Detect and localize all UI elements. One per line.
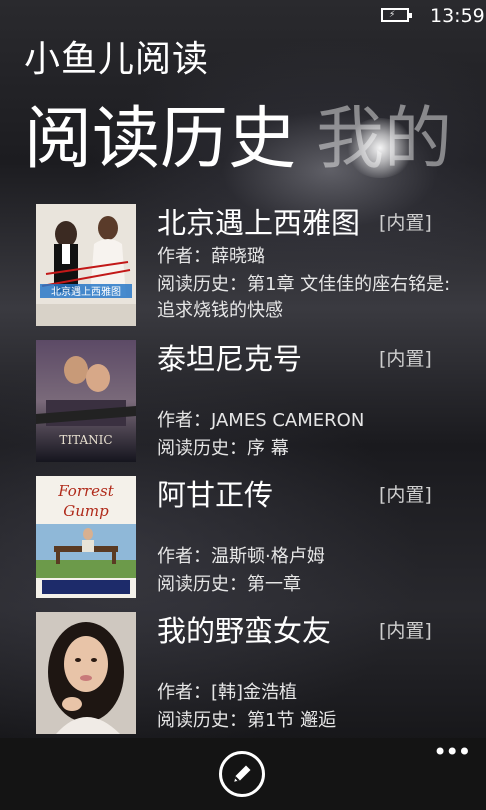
battery-charging-icon: ⚡ bbox=[381, 8, 412, 22]
status-time: 13:59 bbox=[430, 5, 485, 27]
book-title: 北京遇上西雅图 bbox=[157, 206, 361, 240]
list-item[interactable]: 我的野蛮女友 [内置] 作者：[韩]金浩植 阅读历史：第1节 邂逅 bbox=[36, 612, 456, 736]
list-item[interactable]: 北京遇上西雅图 北京遇上西雅图 [内置] 作者：薛晓璐 阅读历史：第1章 文佳佳… bbox=[36, 204, 456, 328]
book-history: 阅读历史：第一章 bbox=[157, 574, 301, 595]
pivot-header: 阅读历史 我的 bbox=[24, 98, 472, 182]
book-author: 作者：薛晓璐 bbox=[157, 246, 265, 267]
book-title: 我的野蛮女友 bbox=[157, 614, 332, 648]
list-item[interactable]: TITANIC 泰坦尼克号 [内置] 作者：JAMES CAMERON 阅读历史… bbox=[36, 340, 456, 464]
book-cover[interactable] bbox=[36, 612, 136, 734]
edit-button[interactable] bbox=[219, 751, 265, 797]
built-in-badge: [内置] bbox=[379, 484, 432, 506]
app-title: 小鱼儿阅读 bbox=[24, 39, 210, 80]
cover-caption: TITANIC bbox=[59, 433, 112, 447]
book-history: 阅读历史：第1节 邂逅 bbox=[157, 710, 337, 731]
book-title: 泰坦尼克号 bbox=[157, 342, 303, 376]
book-history: 阅读历史：第1章 文佳佳的座右铭是:追求烧钱的快感 bbox=[157, 274, 451, 321]
cover-caption-2: Gump bbox=[63, 502, 109, 520]
more-options-button[interactable]: ••• bbox=[433, 738, 471, 766]
app-screen: ⚡ 13:59 小鱼儿阅读 阅读历史 我的 北京遇上西雅图 北京遇上西雅图 [内置… bbox=[0, 0, 486, 810]
book-history: 阅读历史：序 幕 bbox=[157, 438, 289, 459]
status-bar: ⚡ 13:59 bbox=[0, 0, 486, 32]
book-cover[interactable]: TITANIC bbox=[36, 340, 136, 462]
cover-caption-1: Forrest bbox=[57, 482, 115, 500]
tab-mine[interactable]: 我的 bbox=[316, 98, 452, 182]
tab-reading-history[interactable]: 阅读历史 bbox=[24, 98, 296, 182]
built-in-badge: [内置] bbox=[379, 620, 432, 642]
app-bar: ••• bbox=[0, 738, 486, 810]
book-author: 作者：温斯顿·格卢姆 bbox=[157, 546, 325, 567]
cover-caption: 北京遇上西雅图 bbox=[51, 285, 121, 298]
ellipsis-icon: ••• bbox=[433, 738, 471, 766]
book-author: 作者：JAMES CAMERON bbox=[157, 410, 365, 431]
list-item[interactable]: Forrest Gump 阿甘正传 [内置] 作者：温斯顿·格卢姆 阅读历史：第… bbox=[36, 476, 456, 600]
built-in-badge: [内置] bbox=[379, 212, 432, 234]
book-author: 作者：[韩]金浩植 bbox=[157, 682, 298, 703]
book-title: 阿甘正传 bbox=[157, 478, 274, 512]
book-cover[interactable]: 北京遇上西雅图 bbox=[36, 204, 136, 326]
pencil-icon bbox=[234, 765, 251, 782]
plug-icon: ⚡ bbox=[389, 10, 396, 20]
book-cover[interactable]: Forrest Gump bbox=[36, 476, 136, 598]
built-in-badge: [内置] bbox=[379, 348, 432, 370]
